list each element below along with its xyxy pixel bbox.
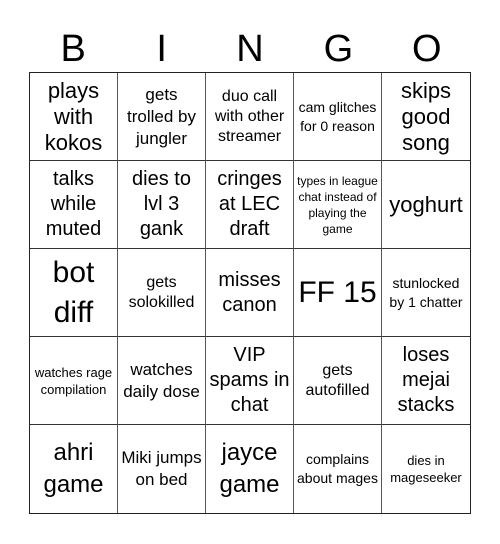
cell-text: VIP spams in chat: [209, 344, 290, 416]
cell-text: types in league chat instead of playing …: [297, 173, 378, 236]
bingo-cell[interactable]: VIP spams in chat: [206, 337, 294, 425]
cell-text: yoghurt: [389, 191, 463, 217]
cell-text: dies in mageseeker: [390, 453, 462, 485]
bingo-cell[interactable]: cam glitches for 0 reason: [294, 73, 382, 161]
bingo-cell[interactable]: watches daily dose: [118, 337, 206, 425]
bingo-cell[interactable]: watches rage compilation: [30, 337, 118, 425]
cell-text: cam glitches for 0 reason: [298, 98, 377, 134]
header-letter-o: O: [412, 28, 442, 70]
bingo-cell[interactable]: FF 15: [294, 249, 382, 337]
bingo-cell[interactable]: Miki jumps on bed: [118, 425, 206, 513]
bingo-cell[interactable]: plays with kokos: [30, 73, 118, 161]
bingo-cell[interactable]: dies to lvl 3 gank: [118, 161, 206, 249]
bingo-cell[interactable]: types in league chat instead of playing …: [294, 161, 382, 249]
bingo-cell[interactable]: complains about mages: [294, 425, 382, 513]
cell-text: jayce game: [219, 439, 280, 498]
cell-text: loses mejai stacks: [397, 344, 455, 416]
bingo-cell[interactable]: gets solokilled: [118, 249, 206, 337]
cell-text: FF 15: [298, 275, 377, 309]
cell-text: watches rage compilation: [34, 364, 113, 397]
cell-text: bot diff: [52, 255, 95, 329]
header-letter-g: G: [323, 28, 354, 70]
bingo-cell[interactable]: dies in mageseeker: [382, 425, 470, 513]
cell-text: misses canon: [218, 268, 281, 316]
bingo-cell[interactable]: jayce game: [206, 425, 294, 513]
cell-text: plays with kokos: [44, 77, 103, 155]
cell-text: gets trolled by jungler: [127, 84, 196, 148]
cell-text: talks while muted: [45, 168, 102, 240]
bingo-cell[interactable]: yoghurt: [382, 161, 470, 249]
bingo-header: B I N G O: [29, 26, 471, 72]
cell-text: cringes at LEC draft: [217, 168, 282, 240]
header-letter-n: N: [236, 28, 264, 70]
header-letter-b: B: [60, 28, 86, 70]
cell-text: Miki jumps on bed: [121, 448, 202, 489]
bingo-cell[interactable]: ahri game: [30, 425, 118, 513]
bingo-cell[interactable]: stunlocked by 1 chatter: [382, 249, 470, 337]
header-letter-i: I: [156, 28, 167, 70]
cell-text: ahri game: [43, 439, 104, 498]
bingo-cell[interactable]: gets autofilled: [294, 337, 382, 425]
bingo-grid: plays with kokos gets trolled by jungler…: [29, 72, 471, 514]
bingo-cell[interactable]: misses canon: [206, 249, 294, 337]
cell-text: watches daily dose: [123, 359, 200, 401]
bingo-cell[interactable]: bot diff: [30, 249, 118, 337]
bingo-cell[interactable]: skips good song: [382, 73, 470, 161]
bingo-cell[interactable]: loses mejai stacks: [382, 337, 470, 425]
cell-text: skips good song: [400, 77, 452, 155]
cell-text: duo call with other streamer: [214, 87, 285, 145]
cell-text: dies to lvl 3 gank: [132, 168, 191, 240]
cell-text: complains about mages: [297, 451, 378, 486]
bingo-cell[interactable]: gets trolled by jungler: [118, 73, 206, 161]
cell-text: gets solokilled: [128, 273, 195, 311]
bingo-cell[interactable]: duo call with other streamer: [206, 73, 294, 161]
bingo-cell[interactable]: cringes at LEC draft: [206, 161, 294, 249]
cell-text: stunlocked by 1 chatter: [389, 274, 463, 310]
cell-text: gets autofilled: [305, 361, 370, 399]
bingo-cell[interactable]: talks while muted: [30, 161, 118, 249]
